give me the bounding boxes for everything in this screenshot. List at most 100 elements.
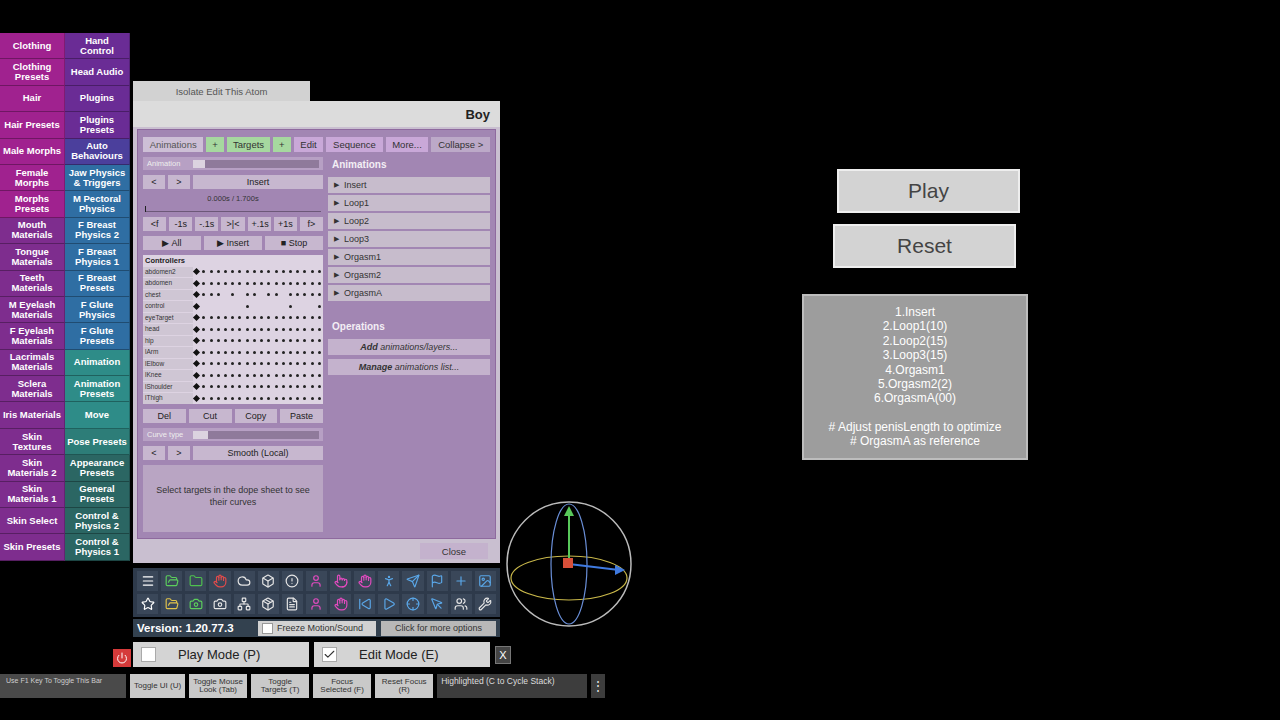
keyframe-dot[interactable] [202,316,205,319]
keyframe-dot[interactable] [311,385,314,388]
isolate-button[interactable]: Isolate Edit This Atom [133,81,310,101]
menu-tab[interactable]: Control & Physics 1 [65,534,130,560]
keyframe-diamond[interactable] [193,326,200,333]
keyframe-dot[interactable] [217,339,220,342]
keyframe-dot[interactable] [289,282,292,285]
scene-viewport[interactable]: PlayReset1.Insert2.Loop1(10)2.Loop2(15)3… [513,0,1280,674]
dope-row[interactable]: lShoulder [143,381,323,393]
keyframe-dot[interactable] [267,328,270,331]
tab[interactable]: More... [386,137,429,152]
mode-checkbox[interactable] [322,647,337,662]
keyframe-dot[interactable] [202,351,205,354]
keyframe-dot[interactable] [210,293,213,296]
keyframe-dot[interactable] [289,293,292,296]
keyframe-dot[interactable] [282,316,285,319]
keyframe-dot[interactable] [253,293,256,296]
menu-tab[interactable]: Auto Behaviours [65,139,130,165]
bar-button[interactable]: Focus Selected (F) [313,674,371,698]
keyframe-dot[interactable] [267,270,270,273]
keyframe-dot[interactable] [246,293,249,296]
menu-tab[interactable]: F Breast Presets [65,271,130,297]
tool-button[interactable] [234,571,255,591]
keyframe-dot[interactable] [296,270,299,273]
menu-tab[interactable]: Female Morphs [0,165,65,191]
keyframe-dot[interactable] [210,270,213,273]
keyframe-diamond[interactable] [193,360,200,367]
keyframe-dot[interactable] [289,397,292,400]
keyframe-dot[interactable] [296,385,299,388]
keyframe-dot[interactable] [253,374,256,377]
menu-tab[interactable]: Morphs Presets [0,191,65,217]
tool-button[interactable] [306,594,327,614]
keyframe-dot[interactable] [275,270,278,273]
tool-button[interactable] [330,594,351,614]
keyframe-dot[interactable] [296,293,299,296]
close-button[interactable]: Close [420,543,488,559]
operation-button[interactable]: Add animations/layers... [328,339,490,355]
operation-button[interactable]: Manage animations list... [328,359,490,375]
keyframe-dot[interactable] [224,385,227,388]
edit-button[interactable]: Cut [189,409,232,423]
menu-tab[interactable]: Teeth Materials [0,271,65,297]
slider-track[interactable] [193,160,319,168]
keyframe-dot[interactable] [318,374,321,377]
keyframe-diamond[interactable] [193,303,200,310]
more-options-button[interactable]: Click for more options [381,621,496,636]
tab[interactable]: Targets [227,137,270,152]
dope-row[interactable]: control [143,301,323,313]
animation-item[interactable]: ▶Orgasm2 [328,267,490,283]
step-button[interactable]: <f [143,217,166,231]
keyframe-dot[interactable] [303,397,306,400]
menu-tab[interactable]: Plugins [65,86,130,112]
keyframe-dot[interactable] [318,293,321,296]
keyframe-dot[interactable] [311,316,314,319]
keyframe-dot[interactable] [260,339,263,342]
menu-tab[interactable]: Move [65,402,130,428]
keyframe-dot[interactable] [282,282,285,285]
tab[interactable]: + [206,137,224,152]
menu-tab[interactable]: Skin Materials 2 [0,455,65,481]
keyframe-dot[interactable] [253,385,256,388]
tool-button[interactable] [354,594,375,614]
tab[interactable]: Sequence [326,137,382,152]
keyframe-dot[interactable] [246,270,249,273]
keyframe-dot[interactable] [224,374,227,377]
keyframe-dot[interactable] [267,282,270,285]
keyframe-dot[interactable] [253,397,256,400]
menu-tab[interactable]: Control & Physics 2 [65,508,130,534]
keyframe-dot[interactable] [289,362,292,365]
menu-tab[interactable]: Mouth Materials [0,218,65,244]
keyframe-dot[interactable] [260,328,263,331]
step-button[interactable]: >|< [221,217,244,231]
keyframe-dot[interactable] [303,339,306,342]
keyframe-diamond[interactable] [193,314,200,321]
keyframe-dot[interactable] [296,397,299,400]
prev-button[interactable]: < [143,175,165,189]
animation-item[interactable]: ▶Loop2 [328,213,490,229]
keyframe-dot[interactable] [303,316,306,319]
keyframe-dot[interactable] [318,362,321,365]
step-button[interactable]: +1s [274,217,297,231]
keyframe-dot[interactable] [246,305,249,308]
keyframe-dot[interactable] [318,385,321,388]
keyframe-dot[interactable] [282,351,285,354]
keyframe-diamond[interactable] [193,291,200,298]
menu-tab[interactable]: F Glute Presets [65,323,130,349]
keyframe-dot[interactable] [231,328,234,331]
keyframe-dot[interactable] [267,293,270,296]
mode-checkbox[interactable] [141,647,156,662]
menu-tab[interactable]: Pose Presets [65,429,130,455]
keyframe-dot[interactable] [224,339,227,342]
dope-row[interactable]: lKnee [143,370,323,382]
keyframe-dot[interactable] [217,374,220,377]
tool-button[interactable] [427,594,448,614]
keyframe-dot[interactable] [231,362,234,365]
prev-button[interactable]: < [143,446,165,460]
keyframe-dot[interactable] [231,385,234,388]
keyframe-dot[interactable] [282,362,285,365]
step-button[interactable]: f> [300,217,323,231]
tool-button[interactable] [354,571,375,591]
keyframe-dot[interactable] [253,270,256,273]
transform-gizmo-icon[interactable] [503,498,635,630]
keyframe-dot[interactable] [246,351,249,354]
